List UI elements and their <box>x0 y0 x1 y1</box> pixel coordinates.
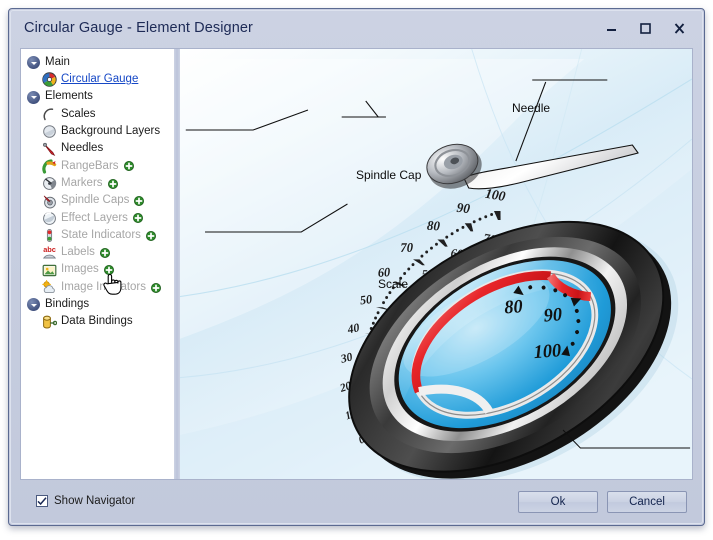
tree-item-label: Circular Gauge <box>61 73 139 86</box>
tree-item-scales[interactable]: Scales <box>21 106 174 123</box>
image-indicators-icon <box>42 280 57 295</box>
maximize-icon <box>639 22 651 34</box>
add-element-icon[interactable] <box>145 230 156 241</box>
title-bar[interactable]: Circular Gauge - Element Designer <box>11 11 702 48</box>
expander-icon <box>26 297 41 312</box>
window-title: Circular Gauge - Element Designer <box>24 20 253 36</box>
tree-item-rangebars[interactable]: RangeBars <box>21 158 174 175</box>
tree-item-label: Bindings <box>45 298 90 311</box>
window-controls <box>594 15 696 41</box>
tree-item-label: Spindle Caps <box>61 194 130 207</box>
maximize-button[interactable] <box>628 15 662 41</box>
add-element-icon[interactable] <box>123 161 134 172</box>
effect-layers-icon <box>42 211 57 226</box>
gauge-preview-panel[interactable]: 0102030405060708090100010020030040050060… <box>180 48 693 480</box>
tree-item-label: Labels <box>61 246 95 259</box>
tree-item-label: State Indicators <box>61 228 141 241</box>
tree-item-label: Main <box>45 55 70 68</box>
add-element-icon[interactable] <box>99 247 110 258</box>
data-bindings-icon <box>42 315 57 330</box>
callout-scale: Scale <box>378 277 409 291</box>
add-element-icon[interactable] <box>107 178 118 189</box>
tree-item-label: Background Layers <box>61 125 161 138</box>
tree-item-main[interactable]: Main <box>21 54 174 71</box>
tree-item-label: Effect Layers <box>61 211 128 224</box>
circular-gauge-icon <box>42 72 57 88</box>
background-layers-icon <box>42 124 57 139</box>
images-icon <box>42 263 57 278</box>
minimize-button[interactable] <box>594 15 628 41</box>
ok-button[interactable]: Ok <box>518 491 598 513</box>
footer-buttons: Ok Cancel <box>518 491 687 513</box>
callout-needle: Needle <box>512 101 551 115</box>
tree-item-label: Images <box>61 263 99 276</box>
tree-item-data-bindings[interactable]: Data Bindings <box>21 313 174 330</box>
callout-spindle-cap: Spindle Cap <box>356 168 422 182</box>
window-inner: Circular Gauge - Element Designer Main C… <box>10 10 703 524</box>
tree-item-label: Needles <box>61 142 104 155</box>
expander-icon <box>26 55 41 70</box>
element-tree-panel[interactable]: Main Circular Gauge Elements Scales Backgrou… <box>20 48 174 480</box>
tree-item-image-indicators[interactable]: Image Indicators <box>21 279 174 296</box>
element-designer-window: Circular Gauge - Element Designer Main C… <box>8 8 705 526</box>
expander-icon <box>26 90 41 105</box>
labels-icon: abc <box>42 245 57 260</box>
tree-item-state-indicators[interactable]: State Indicators <box>21 227 174 244</box>
add-element-icon[interactable] <box>134 196 145 207</box>
add-element-icon[interactable] <box>151 282 162 293</box>
show-navigator-checkbox[interactable]: Show Navigator <box>36 495 135 507</box>
tree-item-label: RangeBars <box>61 159 119 172</box>
dialog-footer: Show Navigator Ok Cancel <box>20 488 693 520</box>
tree-item-spindle-caps[interactable]: Spindle Caps <box>21 192 174 209</box>
checkbox-box <box>36 495 48 507</box>
tree-item-label: Markers <box>61 176 103 189</box>
tree-item-bindings[interactable]: Bindings <box>21 296 174 313</box>
tree-item-images[interactable]: Images <box>21 262 174 279</box>
tree-item-labels[interactable]: abc Labels <box>21 244 174 261</box>
tree-item-background-layers[interactable]: Background Layers <box>21 123 174 140</box>
svg-text:abc: abc <box>43 246 56 255</box>
tree-item-label: Image Indicators <box>61 280 147 293</box>
minimize-icon <box>606 28 616 31</box>
callout-leaders <box>185 79 691 449</box>
tree-item-label: Scales <box>61 107 96 120</box>
tree-item-circular-gauge[interactable]: Circular Gauge <box>21 71 174 88</box>
tree-item-label: Elements <box>45 90 93 103</box>
tree-item-needles[interactable]: Needles <box>21 140 174 157</box>
screenshot-root: Circular Gauge - Element Designer Main C… <box>0 0 713 540</box>
add-element-icon[interactable] <box>132 213 143 224</box>
tree-item-markers[interactable]: Markers <box>21 175 174 192</box>
close-button[interactable] <box>662 15 696 41</box>
spindle-caps-icon <box>42 194 57 209</box>
markers-icon <box>42 176 57 191</box>
tree-item-label: Data Bindings <box>61 315 133 328</box>
cancel-button[interactable]: Cancel <box>607 491 687 513</box>
needles-icon <box>42 142 57 157</box>
check-icon <box>37 496 47 505</box>
tree-item-effect-layers[interactable]: Effect Layers <box>21 210 174 227</box>
content-area: Main Circular Gauge Elements Scales Backgrou… <box>20 48 693 480</box>
add-element-icon[interactable] <box>103 265 114 276</box>
tree-item-elements[interactable]: Elements <box>21 89 174 106</box>
show-navigator-label: Show Navigator <box>54 495 136 507</box>
state-indicators-icon <box>42 228 57 243</box>
close-icon <box>674 22 684 34</box>
scales-icon <box>42 107 57 122</box>
rangebars-icon <box>42 159 57 174</box>
element-tree: Main Circular Gauge Elements Scales Backgrou… <box>21 49 174 331</box>
